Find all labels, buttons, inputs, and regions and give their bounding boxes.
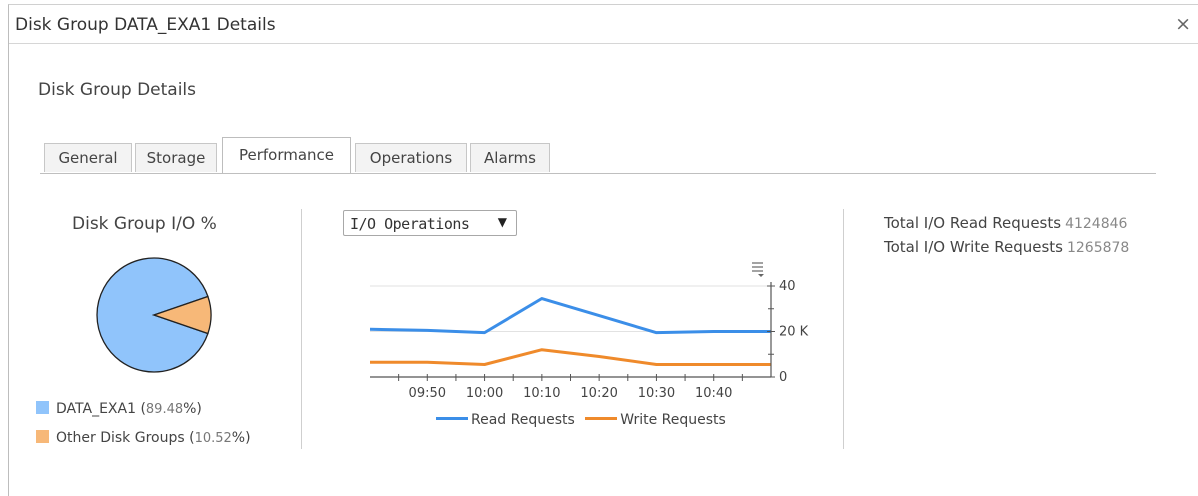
legend-suffix: %) [231, 430, 251, 446]
tab-bar: General Storage Performance Operations A… [40, 137, 1156, 174]
chevron-down-icon: ▼ [497, 215, 507, 229]
legend-label: DATA_EXA1 ( [56, 401, 146, 417]
legend-item-read-requests[interactable]: Read Requests [436, 412, 575, 428]
legend-percent: 89.48 [145, 402, 184, 417]
pie-chart-title: Disk Group I/O % [72, 214, 217, 234]
metric-select-value: I/O Operations [350, 215, 470, 233]
stat-value: 1265878 [1066, 240, 1130, 256]
stat-label: Total I/O Read Requests [884, 214, 1062, 232]
x-tick-label: 09:50 [409, 386, 446, 401]
series-line-read-requests [369, 297, 771, 335]
x-tick-label: 10:30 [638, 386, 675, 401]
dialog-titlebar: Disk Group DATA_EXA1 Details × [9, 5, 1198, 44]
disk-io-pie-chart [96, 257, 212, 373]
stat-write-requests: Total I/O Write Requests 1265878 [884, 235, 1129, 259]
pie-legend-item: DATA_EXA1 (89.48%) [36, 401, 202, 417]
x-tick-label: 10:00 [466, 386, 503, 401]
legend-line-swatch [585, 417, 618, 420]
dialog-title: Disk Group DATA_EXA1 Details [15, 15, 276, 35]
y-tick-label: 0 [779, 370, 787, 385]
chart-legend: Read Requests Write Requests [436, 412, 726, 432]
metric-select[interactable]: I/O Operations ▼ [343, 210, 517, 236]
legend-label: Write Requests [620, 412, 726, 428]
section-title: Disk Group Details [38, 80, 197, 100]
x-tick-label: 10:10 [523, 386, 560, 401]
io-stats: Total I/O Read Requests 4124846 Total I/O… [884, 211, 1129, 259]
column-divider [843, 209, 844, 449]
series-line-write-requests [370, 348, 771, 366]
stat-label: Total I/O Write Requests [884, 238, 1063, 256]
close-icon[interactable]: × [1175, 13, 1191, 35]
tab-performance[interactable]: Performance [222, 137, 351, 173]
tab-operations[interactable]: Operations [355, 143, 467, 172]
io-operations-line-chart: 09:50 10:00 10:10 10:20 10:30 10:40 40 20 K 0 [369, 262, 809, 401]
stat-read-requests: Total I/O Read Requests 4124846 [884, 211, 1129, 235]
legend-label: Other Disk Groups ( [56, 430, 195, 446]
y-tick-label: 40 [779, 279, 796, 294]
legend-item-write-requests[interactable]: Write Requests [579, 412, 726, 428]
legend-suffix: %) [183, 401, 202, 417]
legend-line-swatch [436, 417, 468, 420]
y-tick-label: 20 K [779, 325, 809, 340]
legend-swatch [36, 430, 49, 443]
legend-swatch [36, 401, 49, 414]
chart-menu-icon[interactable] [752, 262, 764, 277]
legend-percent: 10.52 [194, 431, 232, 446]
x-tick-label: 10:40 [695, 386, 732, 401]
x-tick-label: 10:20 [580, 386, 617, 401]
tab-alarms[interactable]: Alarms [470, 143, 550, 172]
legend-label: Read Requests [471, 412, 575, 428]
tab-general[interactable]: General [44, 143, 132, 172]
stat-value: 4124846 [1065, 216, 1128, 232]
tab-storage[interactable]: Storage [135, 143, 217, 172]
column-divider [301, 209, 302, 449]
pie-legend-item: Other Disk Groups (10.52%) [36, 430, 251, 446]
